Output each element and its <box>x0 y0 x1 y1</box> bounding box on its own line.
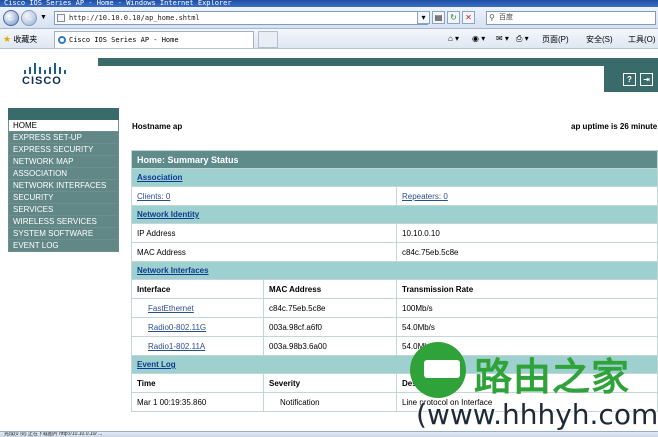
sidebar-item-security[interactable]: SECURITY <box>8 192 119 204</box>
search-placeholder: 百度 <box>499 14 513 21</box>
watermark-logo-icon <box>410 342 466 398</box>
mail-icon[interactable]: ✉ ▾ <box>496 34 509 43</box>
feeds-icon[interactable]: ◉ ▾ <box>472 34 485 43</box>
navigation-bar: ← → ▼ http://10.10.0.10/ap_home.shtml ▾ … <box>0 7 658 29</box>
watermark: 路由之家 (www.hhhyh.com) <box>408 340 658 432</box>
page-menu[interactable]: 页面(P) <box>542 34 569 45</box>
address-text: http://10.10.0.10/ap_home.shtml <box>69 14 200 22</box>
new-tab-button[interactable] <box>258 31 278 48</box>
address-dropdown-icon[interactable]: ▾ <box>417 11 430 24</box>
network-identity-link[interactable]: Network Identity <box>137 210 199 219</box>
status-bar: 完成(0 项) 正在下载图片 http://10.10.0.10/ ... <box>0 431 658 437</box>
logout-icon[interactable]: ⇥ <box>640 73 653 86</box>
tab-title: Cisco IOS Series AP - Home <box>69 36 179 44</box>
sidebar-item-services[interactable]: SERVICES <box>8 204 119 216</box>
star-icon: ★ <box>3 34 12 44</box>
sidebar-item-network-map[interactable]: NETWORK MAP <box>8 156 119 168</box>
tools-menu[interactable]: 工具(O) <box>628 34 656 45</box>
watermark-url: (www.hhhyh.com) <box>416 398 658 431</box>
event-log-link[interactable]: Event Log <box>137 360 176 369</box>
interface-link-radio0[interactable]: Radio0-802.11G <box>148 323 206 332</box>
compatibility-icon[interactable]: ▤ <box>432 11 445 24</box>
sidebar-nav: HOME EXPRESS SET-UP EXPRESS SECURITY NET… <box>8 108 119 252</box>
window-title: Cisco IOS Series AP - Home - Windows Int… <box>0 0 658 7</box>
cisco-logo: CISCO <box>22 62 72 87</box>
interface-rate: 100Mb/s <box>396 298 658 318</box>
safety-menu[interactable]: 安全(S) <box>586 34 613 45</box>
search-input[interactable]: ⚲ 百度 <box>486 11 656 25</box>
cisco-logo-text: CISCO <box>22 75 62 87</box>
col-transmission-rate: Transmission Rate <box>396 279 658 299</box>
stop-icon[interactable]: ✕ <box>462 11 475 24</box>
address-bar[interactable]: http://10.10.0.10/ap_home.shtml <box>54 11 428 25</box>
interface-mac: 003a.98cf.a6f0 <box>263 317 397 337</box>
event-severity: Notification <box>263 392 397 412</box>
browser-tab[interactable]: Cisco IOS Series AP - Home <box>54 31 254 48</box>
col-severity: Severity <box>263 373 397 393</box>
table-row: IP Address 10.10.0.10 <box>131 223 658 243</box>
table-row: FastEthernet c84c.75eb.5c8e 100Mb/s <box>131 298 658 318</box>
watermark-chinese-text: 路由之家 <box>474 355 631 399</box>
sidebar-item-home[interactable]: HOME <box>8 120 119 132</box>
header-band <box>98 58 658 66</box>
col-interface: Interface <box>131 279 264 299</box>
ip-address-label: IP Address <box>131 223 397 243</box>
table-row: MAC Address c84c.75eb.5c8e <box>131 242 658 262</box>
uptime-label: ap uptime is 26 minute <box>571 122 658 131</box>
clients-link[interactable]: Clients: 0 <box>137 192 170 201</box>
sidebar-item-express-setup[interactable]: EXPRESS SET-UP <box>8 132 119 144</box>
favorites-button[interactable]: ★ 收藏夹 <box>3 34 37 45</box>
help-icon[interactable]: ? <box>623 73 636 86</box>
interface-mac: c84c.75eb.5c8e <box>263 298 397 318</box>
event-time: Mar 1 00:19:35.860 <box>131 392 264 412</box>
table-row: Radio0-802.11G 003a.98cf.a6f0 54.0Mb/s <box>131 317 658 337</box>
ip-address-value: 10.10.0.10 <box>396 223 658 243</box>
repeaters-link[interactable]: Repeaters: 0 <box>402 192 448 201</box>
sidebar-item-event-log[interactable]: EVENT LOG <box>8 240 119 252</box>
col-time: Time <box>131 373 264 393</box>
interface-rate: 54.0Mb/s <box>396 317 658 337</box>
home-icon[interactable]: ⌂ ▾ <box>448 34 459 43</box>
print-icon[interactable]: ⎙ ▾ <box>516 34 529 44</box>
back-icon[interactable]: ← <box>3 10 19 26</box>
search-icon: ⚲ <box>489 13 495 22</box>
interface-mac: 003a.98b3.6a00 <box>263 336 397 356</box>
network-interfaces-link[interactable]: Network Interfaces <box>137 266 209 275</box>
sidebar-item-express-security[interactable]: EXPRESS SECURITY <box>8 144 119 156</box>
ie-icon <box>58 36 66 44</box>
history-dropdown-icon[interactable]: ▼ <box>40 14 47 21</box>
refresh-icon[interactable]: ↻ <box>447 11 460 24</box>
mac-address-value: c84c.75eb.5c8e <box>396 242 658 262</box>
interface-link-radio1[interactable]: Radio1-802.11A <box>148 342 205 351</box>
col-mac-address: MAC Address <box>263 279 397 299</box>
sidebar-header <box>8 108 119 120</box>
hostname-label: Hostname ap <box>132 122 183 131</box>
mac-address-label: MAC Address <box>131 242 397 262</box>
association-link[interactable]: Association <box>137 173 182 182</box>
sidebar-item-association[interactable]: ASSOCIATION <box>8 168 119 180</box>
favorites-bar: ★ 收藏夹 Cisco IOS Series AP - Home ⌂ ▾ ◉ ▾… <box>0 29 658 49</box>
forward-icon[interactable]: → <box>21 10 37 26</box>
panel-title: Home: Summary Status <box>131 150 658 169</box>
sidebar-item-network-interfaces[interactable]: NETWORK INTERFACES <box>8 180 119 192</box>
sidebar-item-wireless-services[interactable]: WIRELESS SERVICES <box>8 216 119 228</box>
page-icon <box>57 14 65 22</box>
sidebar-item-system-software[interactable]: SYSTEM SOFTWARE <box>8 228 119 240</box>
cisco-bars-icon <box>22 62 72 74</box>
interface-link-fastethernet[interactable]: FastEthernet <box>148 304 194 313</box>
favorites-label: 收藏夹 <box>13 35 38 44</box>
